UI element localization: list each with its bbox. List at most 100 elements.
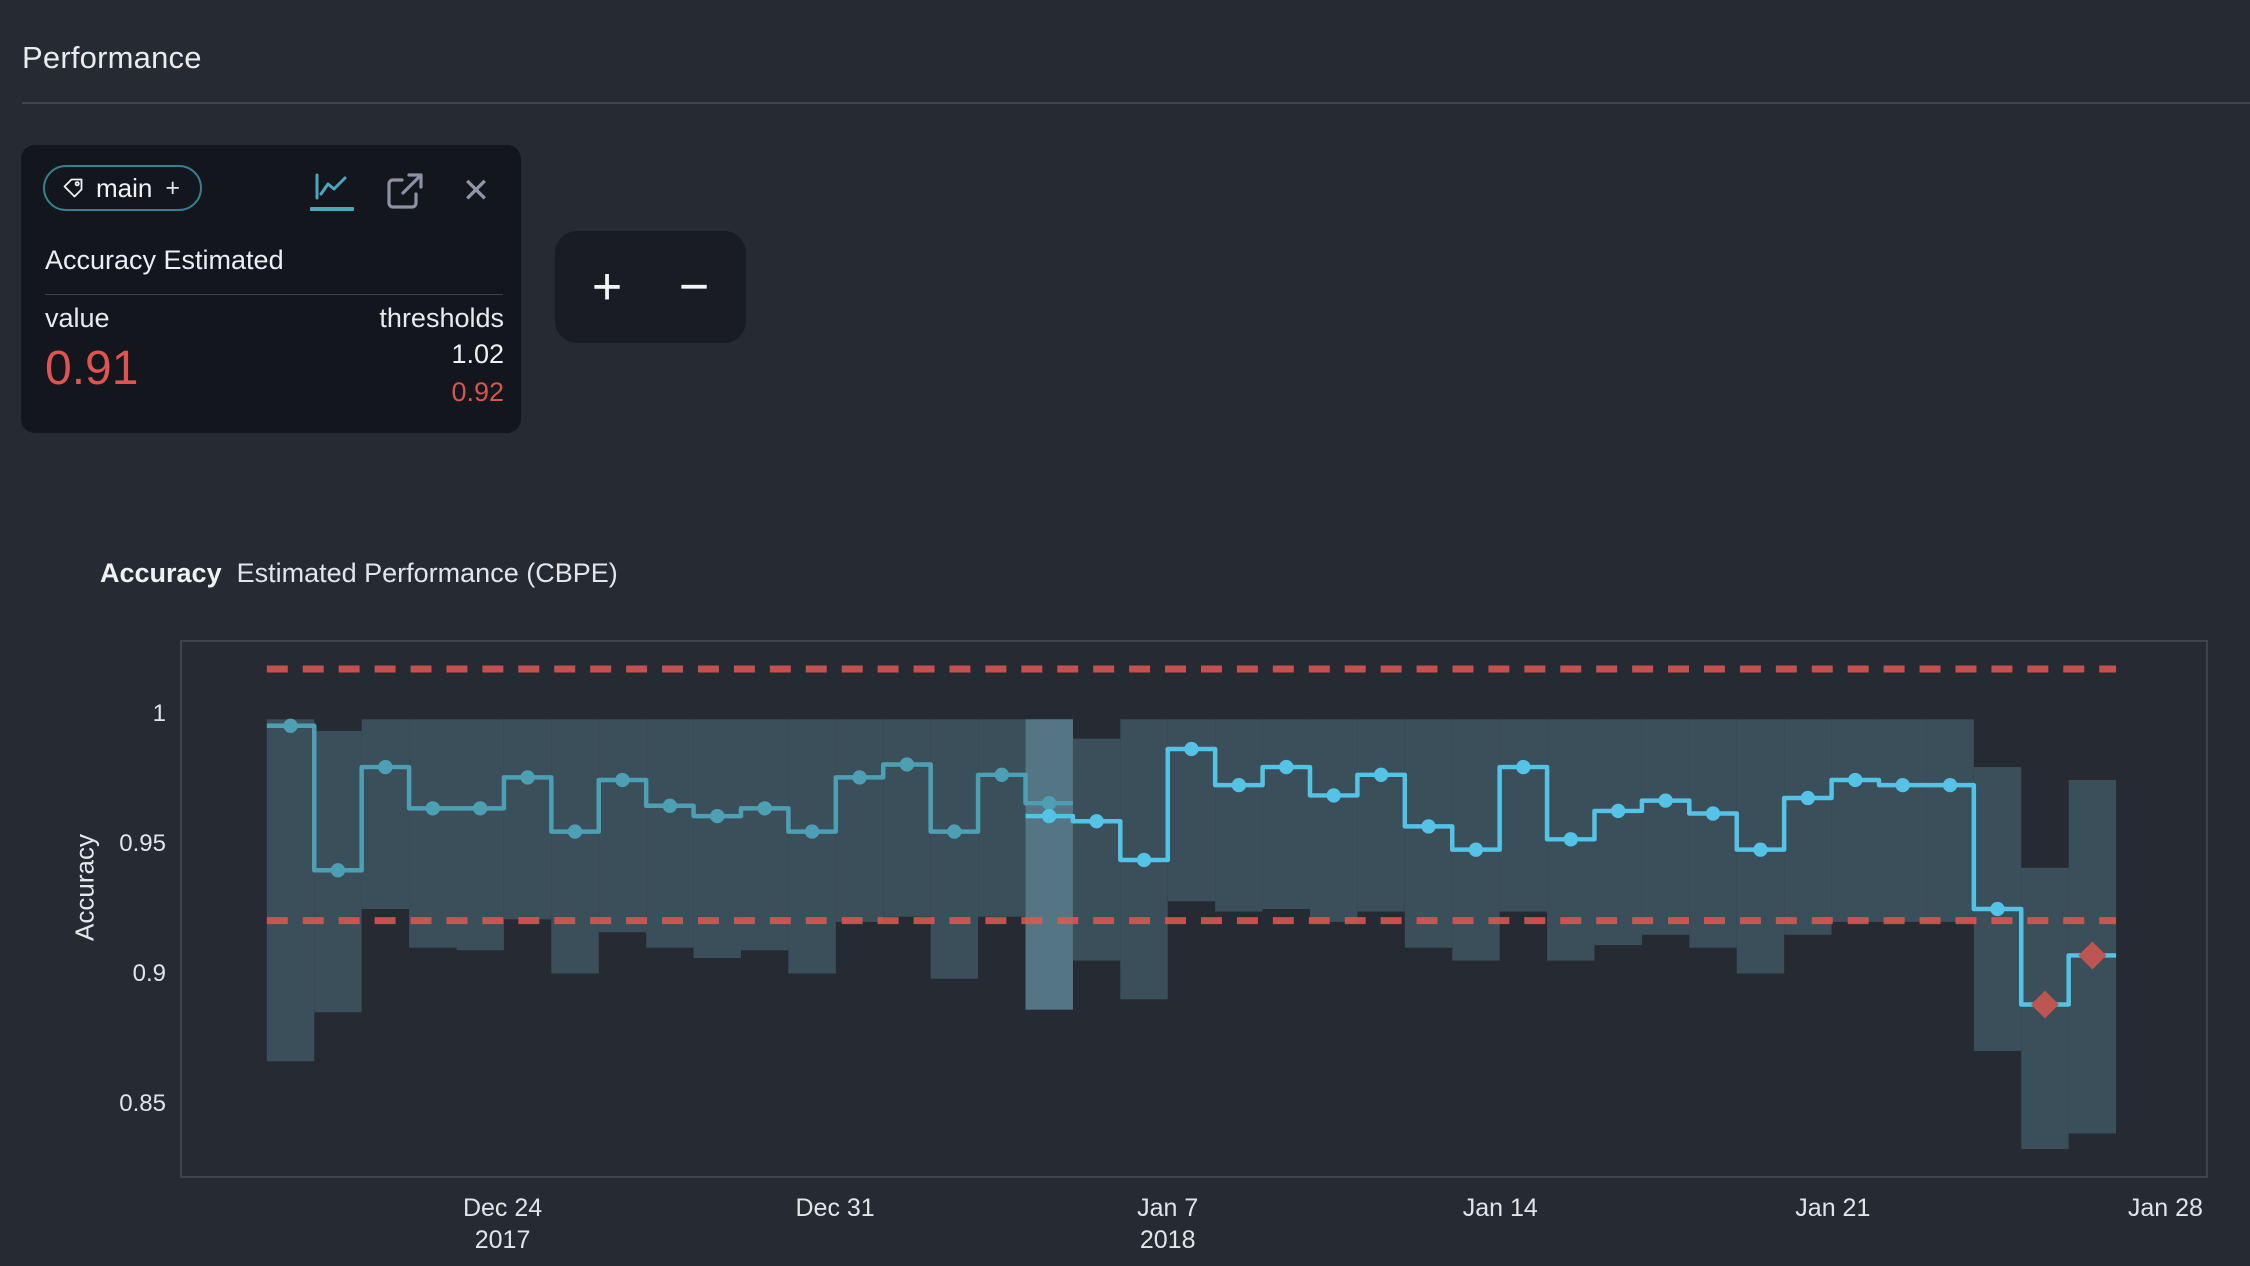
reference-confidence-band (599, 719, 646, 932)
reference-point-marker (615, 773, 629, 787)
threshold-upper-value: 1.02 (451, 339, 504, 370)
reference-confidence-band (504, 719, 551, 919)
x-tick-label: Dec 31 (755, 1194, 915, 1223)
reference-point-marker (710, 809, 724, 823)
analysis-confidence-band (1215, 719, 1262, 911)
remove-button[interactable]: − (659, 231, 729, 343)
analysis-point-marker (1706, 806, 1720, 820)
y-tick-label: 0.9 (56, 960, 166, 988)
reference-confidence-band (267, 719, 314, 1061)
tag-pill-label: main (96, 173, 152, 204)
reference-point-marker (1042, 796, 1056, 810)
reference-confidence-band (931, 719, 978, 978)
reference-confidence-band (409, 719, 456, 947)
reference-point-marker (663, 799, 677, 813)
analysis-confidence-band (1879, 719, 1926, 922)
tag-pill-main[interactable]: main + (43, 165, 202, 211)
analysis-point-marker (1848, 773, 1862, 787)
metric-title: Accuracy Estimated (45, 245, 284, 276)
reference-point-marker (995, 768, 1009, 782)
analysis-point-marker (1564, 832, 1578, 846)
analysis-point-marker (1421, 819, 1435, 833)
card-count-controls: + − (555, 231, 746, 343)
reference-confidence-band (362, 719, 409, 909)
header-divider (22, 102, 2250, 104)
analysis-point-marker (1801, 791, 1815, 805)
analysis-point-marker (1658, 793, 1672, 807)
reference-point-marker (473, 801, 487, 815)
analysis-confidence-band (1642, 719, 1689, 934)
analysis-confidence-band (1594, 719, 1641, 945)
x-tick-label: Jan 7 (1088, 1194, 1248, 1223)
analysis-point-marker (1089, 814, 1103, 828)
close-icon[interactable]: ✕ (453, 169, 499, 213)
add-button[interactable]: + (572, 231, 642, 343)
reference-point-marker (758, 801, 772, 815)
x-tick-label: Jan 21 (1753, 1194, 1913, 1223)
x-tick-label: Jan 14 (1420, 1194, 1580, 1223)
performance-plot[interactable] (180, 640, 2208, 1178)
metric-value: 0.91 (45, 341, 138, 396)
reference-confidence-band (456, 719, 503, 950)
add-tag-button[interactable]: + (165, 174, 180, 203)
chart-title-rest: Estimated Performance (CBPE) (237, 558, 618, 589)
reference-point-marker (378, 760, 392, 774)
reference-confidence-band (741, 719, 788, 950)
analysis-point-marker (1374, 768, 1388, 782)
value-label: value (45, 303, 110, 334)
reference-confidence-band (551, 719, 598, 973)
performance-chart-svg[interactable] (182, 642, 2206, 1176)
analysis-point-marker (1137, 853, 1151, 867)
reference-confidence-band (646, 719, 693, 947)
metric-card: main + ✕ Accuracy Estimated value 0.91 t… (21, 145, 521, 433)
tag-icon (61, 176, 85, 200)
reference-point-marker (947, 824, 961, 838)
analysis-confidence-band (1784, 719, 1831, 934)
line-chart-icon[interactable] (309, 169, 355, 213)
analysis-point-marker (1327, 788, 1341, 802)
highlighted-chunk (1025, 719, 1072, 1009)
analysis-point-marker (1232, 778, 1246, 792)
reference-point-marker (568, 824, 582, 838)
y-tick-label: 0.95 (56, 830, 166, 858)
analysis-confidence-band (1357, 719, 1404, 911)
analysis-confidence-band (1832, 719, 1879, 922)
reference-point-marker (852, 770, 866, 784)
analysis-point-marker (1469, 842, 1483, 856)
reference-confidence-band (836, 719, 883, 922)
active-indicator (310, 207, 354, 211)
analysis-point-marker (1516, 760, 1530, 774)
thresholds-label: thresholds (379, 303, 504, 334)
analysis-point-marker (1611, 804, 1625, 818)
threshold-lower-value: 0.92 (451, 377, 504, 408)
analysis-point-marker (1943, 778, 1957, 792)
reference-point-marker (805, 824, 819, 838)
analysis-confidence-band (1500, 719, 1547, 911)
page-title: Performance (22, 40, 202, 76)
external-link-icon[interactable] (381, 169, 427, 213)
y-tick-label: 1 (56, 700, 166, 728)
y-tick-label: 0.85 (56, 1090, 166, 1118)
reference-point-marker (426, 801, 440, 815)
reference-confidence-band (788, 719, 835, 973)
analysis-confidence-band (1263, 719, 1310, 909)
reference-confidence-band (883, 719, 930, 916)
reference-point-marker (331, 863, 345, 877)
reference-point-marker (520, 770, 534, 784)
analysis-point-marker (1279, 760, 1293, 774)
x-tick-year-label: 2017 (423, 1226, 583, 1255)
x-tick-label: Jan 28 (2085, 1194, 2245, 1223)
x-tick-year-label: 2018 (1088, 1226, 1248, 1255)
analysis-confidence-band (1452, 719, 1499, 960)
x-tick-label: Dec 24 (423, 1194, 583, 1223)
chart-title: Accuracy Estimated Performance (CBPE) (100, 558, 618, 589)
reference-point-marker (283, 719, 297, 733)
analysis-confidence-band (1310, 719, 1357, 922)
analysis-point-marker (1042, 809, 1056, 823)
analysis-point-marker (1990, 902, 2004, 916)
reference-point-marker (900, 757, 914, 771)
chart-title-metric: Accuracy (100, 558, 222, 589)
analysis-point-marker (1184, 742, 1198, 756)
card-divider (45, 294, 503, 295)
analysis-confidence-band (1689, 719, 1736, 947)
